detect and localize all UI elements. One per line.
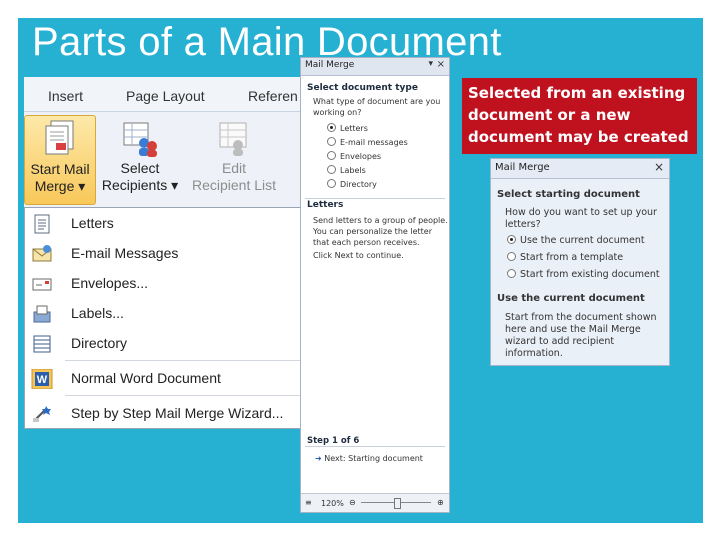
zoom-slider-handle[interactable] xyxy=(394,498,401,509)
radio-icon[interactable] xyxy=(327,179,336,188)
pane-title: Mail Merge xyxy=(305,60,355,70)
next-link[interactable]: ➜ Next: Starting document xyxy=(315,453,423,464)
letter-icon xyxy=(31,214,53,234)
edit-recipient-list-label-1: Edit xyxy=(221,160,247,176)
menu-item-normal-word-document[interactable]: W Normal Word Document xyxy=(25,365,303,393)
word-icon: W xyxy=(31,368,53,390)
radio-icon[interactable] xyxy=(327,165,336,174)
start-mail-merge-icon xyxy=(42,120,78,158)
question-text-2: letters? xyxy=(505,219,541,230)
step-indicator: Step 1 of 6 xyxy=(307,436,360,446)
description-line-3: wizard to add recipient xyxy=(505,336,615,347)
description-line-4: information. xyxy=(505,348,563,359)
instruction-text: Click Next to continue. xyxy=(313,251,404,260)
menu-item-label: E-mail Messages xyxy=(71,245,179,261)
radio-icon[interactable] xyxy=(507,269,516,278)
pane-header: Mail Merge ▾ × xyxy=(301,58,449,76)
svg-text:W: W xyxy=(37,374,48,386)
option-envelopes[interactable]: Envelopes xyxy=(327,151,381,162)
description-line-1: Start from the document shown xyxy=(505,312,657,323)
description-line-2: here and use the Mail Merge xyxy=(505,324,641,335)
menu-item-label: Envelopes... xyxy=(71,275,149,291)
step-divider xyxy=(305,446,445,447)
directory-icon xyxy=(31,334,53,354)
envelope-icon xyxy=(31,274,53,294)
question-text-2: working on? xyxy=(313,108,362,117)
select-recipients-button[interactable]: Select Recipients ▾ xyxy=(98,115,182,203)
option-email-messages[interactable]: E-mail messages xyxy=(327,137,408,148)
menu-item-label: Directory xyxy=(71,335,128,351)
select-recipients-icon xyxy=(122,119,158,157)
select-recipients-label-1: Select xyxy=(120,160,160,176)
mail-merge-pane-step1: Mail Merge ▾ × Select document type What… xyxy=(300,57,450,513)
zoom-level: 120% xyxy=(321,499,344,508)
close-icon[interactable]: × xyxy=(654,160,664,174)
wizard-icon xyxy=(31,404,53,424)
pane-title: Mail Merge xyxy=(495,162,550,173)
zoom-in-icon[interactable]: ⊕ xyxy=(437,497,444,508)
option-letters[interactable]: Letters xyxy=(327,123,368,134)
arrow-right-icon: ➜ xyxy=(315,454,325,463)
edit-recipient-list-icon xyxy=(216,119,252,157)
chevron-down-icon[interactable]: ▾ xyxy=(428,59,433,69)
start-mail-merge-button[interactable]: Start Mail Merge ▾ xyxy=(24,115,96,205)
layout-icon[interactable]: ≡ xyxy=(305,497,312,508)
labels-icon xyxy=(31,304,53,324)
option-labels[interactable]: Labels xyxy=(327,165,366,176)
edit-recipient-list-button[interactable]: Edit Recipient List xyxy=(186,115,282,203)
pane-header: Mail Merge × xyxy=(491,159,669,179)
description-line-2: You can personalize the letter xyxy=(313,227,432,236)
question-text-1: How do you want to set up your xyxy=(505,207,657,218)
radio-selected-icon[interactable] xyxy=(507,235,516,244)
edit-recipient-list-label-2: Recipient List xyxy=(191,177,277,193)
start-mail-merge-menu: Letters E-mail Messages Envelopes... Lab… xyxy=(24,207,304,429)
menu-separator xyxy=(65,360,303,361)
tab-insert[interactable]: Insert xyxy=(48,88,83,104)
menu-item-envelopes[interactable]: Envelopes... xyxy=(25,270,303,298)
callout-line-1: Selected from an existing xyxy=(468,84,686,102)
description-line-1: Send letters to a group of people. xyxy=(313,216,448,225)
zoom-bar: ≡ 120% ⊖ ⊕ xyxy=(301,493,449,512)
option-directory[interactable]: Directory xyxy=(327,179,377,190)
option-start-from-existing[interactable]: Start from existing document xyxy=(507,269,660,281)
close-icon[interactable]: × xyxy=(437,59,445,70)
zoom-out-icon[interactable]: ⊖ xyxy=(349,497,356,508)
question-text-1: What type of document are you xyxy=(313,97,441,106)
menu-separator xyxy=(65,395,303,396)
section-heading: Letters xyxy=(307,200,344,210)
section-heading: Use the current document xyxy=(497,293,645,304)
menu-item-directory[interactable]: Directory xyxy=(25,330,303,358)
start-mail-merge-label-2: Merge ▾ xyxy=(34,178,86,194)
menu-item-label: Letters xyxy=(71,215,114,231)
callout-line-2: document or a new xyxy=(468,106,631,124)
radio-icon[interactable] xyxy=(327,137,336,146)
option-start-from-template[interactable]: Start from a template xyxy=(507,252,623,264)
radio-icon[interactable] xyxy=(507,252,516,261)
start-mail-merge-label-1: Start Mail xyxy=(30,161,90,177)
radio-icon[interactable] xyxy=(327,151,336,160)
description-line-3: that each person receives. xyxy=(313,238,420,247)
section-divider xyxy=(305,198,445,199)
menu-item-labels[interactable]: Labels... xyxy=(25,300,303,328)
menu-item-letters[interactable]: Letters xyxy=(25,210,303,238)
section-heading: Select starting document xyxy=(497,189,640,200)
ribbon-tab-bar: Insert Page Layout Referen xyxy=(24,77,304,112)
email-icon xyxy=(31,244,53,264)
callout-box: Selected from an existing document or a … xyxy=(462,78,697,154)
menu-item-email-messages[interactable]: E-mail Messages xyxy=(25,240,303,268)
mail-merge-pane-step2: Mail Merge × Select starting document Ho… xyxy=(490,158,670,366)
menu-item-label: Labels... xyxy=(71,305,124,321)
section-heading: Select document type xyxy=(307,83,418,93)
menu-item-mail-merge-wizard[interactable]: Step by Step Mail Merge Wizard... xyxy=(25,400,303,428)
menu-item-label: Step by Step Mail Merge Wizard... xyxy=(71,405,284,421)
menu-item-label: Normal Word Document xyxy=(71,370,221,386)
radio-selected-icon[interactable] xyxy=(327,123,336,132)
option-use-current-document[interactable]: Use the current document xyxy=(507,235,645,247)
tab-page-layout[interactable]: Page Layout xyxy=(126,88,205,104)
select-recipients-label-2: Recipients ▾ xyxy=(101,177,179,193)
tab-references[interactable]: Referen xyxy=(248,88,298,104)
ribbon: Insert Page Layout Referen Start Mail Me… xyxy=(24,77,304,208)
callout-line-3: document may be created xyxy=(468,128,689,146)
